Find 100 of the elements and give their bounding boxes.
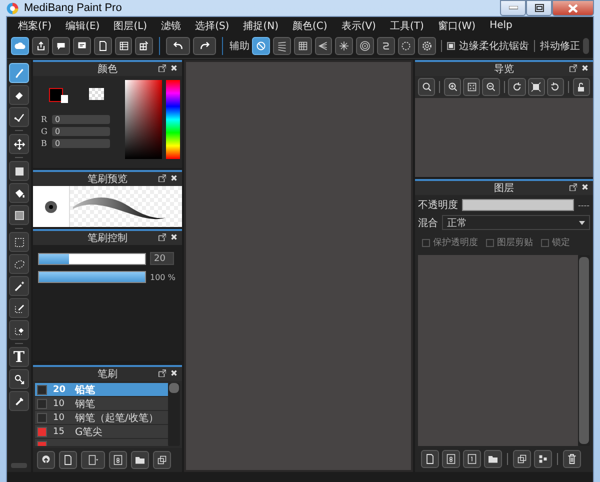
menu-item[interactable]: 选择(S)	[188, 18, 236, 32]
checkbox[interactable]	[446, 42, 455, 50]
float-button[interactable]	[158, 233, 167, 242]
speech-bubble-button[interactable]	[52, 37, 70, 55]
selection-pen-tool-button[interactable]	[9, 298, 29, 318]
menu-item[interactable]: 工具(T)	[382, 18, 431, 32]
folder-button[interactable]	[131, 451, 149, 469]
scrollbar[interactable]	[578, 255, 590, 446]
tool-bar-handle[interactable]	[11, 463, 27, 468]
concentric-circles-button[interactable]	[356, 37, 374, 55]
menu-item[interactable]: 窗口(W)	[430, 18, 483, 32]
layer-opacity-field[interactable]	[462, 199, 574, 211]
float-button[interactable]	[569, 183, 578, 192]
parallel-lines-button[interactable]	[273, 37, 291, 55]
curve-button[interactable]	[376, 37, 395, 55]
square-tool-button[interactable]	[9, 161, 29, 181]
duplicate-button[interactable]	[153, 451, 171, 469]
menu-item[interactable]: 滤镜	[154, 18, 188, 32]
page-8-button[interactable]	[442, 450, 460, 468]
share-icon	[34, 40, 47, 52]
polyline-tool-button[interactable]	[9, 107, 29, 127]
comment-button[interactable]	[73, 37, 91, 55]
radial-lines-button[interactable]	[335, 37, 354, 55]
lock-button[interactable]	[572, 78, 590, 96]
page-button[interactable]	[94, 37, 112, 55]
cloud-button[interactable]	[11, 37, 29, 55]
zoom-in-button[interactable]	[444, 78, 462, 96]
rotate-left-button[interactable]	[508, 78, 526, 96]
duplicate-button[interactable]	[513, 450, 531, 468]
page-settings-button[interactable]	[109, 451, 127, 469]
channel-field[interactable]: 0	[52, 139, 110, 148]
magic-wand-tool-button[interactable]	[9, 276, 29, 296]
channel-field[interactable]: 0	[52, 115, 110, 124]
float-button[interactable]	[569, 64, 578, 73]
brush-tool-button[interactable]	[9, 63, 29, 83]
move-tool-button[interactable]	[9, 134, 29, 154]
share-button[interactable]	[32, 37, 50, 55]
selection-eraser-tool-button[interactable]	[9, 320, 29, 340]
toolbar-grip[interactable]	[583, 38, 589, 54]
checkbox[interactable]	[486, 238, 494, 246]
menu-item[interactable]: 图层(L)	[106, 18, 154, 32]
background-swatch[interactable]	[61, 95, 68, 103]
blend-dropdown[interactable]: 正常	[442, 215, 590, 230]
checkbox[interactable]	[422, 238, 430, 246]
grid-button[interactable]	[135, 37, 154, 55]
float-button[interactable]	[158, 369, 167, 378]
close-icon	[170, 64, 178, 72]
foreground-swatch[interactable]	[49, 88, 63, 102]
undo-button[interactable]	[166, 37, 190, 55]
no-snap-button[interactable]	[252, 37, 270, 55]
circle-button[interactable]	[398, 37, 416, 55]
scrollbar[interactable]	[168, 383, 180, 446]
perspective-button[interactable]	[314, 37, 332, 55]
fit-to-window-icon	[466, 81, 478, 93]
channel-field[interactable]: 0	[52, 127, 110, 136]
cloud-upload-button[interactable]	[37, 451, 55, 469]
minimize-button[interactable]	[500, 0, 526, 16]
brush-list-item[interactable]: 10 钢笔（起笔/收笔）	[35, 411, 168, 424]
page-button[interactable]	[421, 450, 439, 468]
assist-label: 辅助	[229, 40, 250, 53]
zoom-out-button[interactable]	[482, 78, 500, 96]
delete-button[interactable]	[563, 450, 581, 468]
redo-button[interactable]	[192, 37, 216, 55]
brush-list-item[interactable]: 15 G笔尖	[35, 425, 168, 438]
gradient-tool-button[interactable]	[9, 205, 29, 225]
menu-item[interactable]: 捕捉(N)	[236, 18, 286, 32]
saturation-value-picker[interactable]	[125, 80, 162, 159]
zoom-reset-button[interactable]	[418, 78, 436, 96]
page-button[interactable]	[59, 451, 77, 469]
transparent-swatch[interactable]	[89, 88, 104, 100]
menu-item[interactable]: Help	[482, 20, 520, 31]
close-icon	[568, 4, 578, 12]
dashed-rectangle-tool-button[interactable]	[9, 232, 29, 252]
dashed-ellipse-tool-button[interactable]	[9, 254, 29, 274]
text-tool-button[interactable]: T	[9, 347, 29, 367]
merge-button[interactable]	[534, 450, 552, 468]
size-field[interactable]: 20	[150, 252, 174, 265]
close-button[interactable]	[552, 0, 594, 16]
bucket-tool-button[interactable]	[9, 183, 29, 203]
list-button[interactable]	[114, 37, 132, 55]
page-dropdown-button[interactable]	[81, 451, 105, 469]
checkbox[interactable]	[541, 238, 549, 246]
grid-button[interactable]	[294, 37, 312, 55]
hue-bar[interactable]	[166, 80, 180, 159]
brush-list-item[interactable]: 10 钢笔	[35, 397, 168, 410]
size-slider[interactable]	[38, 252, 146, 264]
menu-item[interactable]: 表示(V)	[334, 18, 383, 32]
menu-item[interactable]: 档案(F)	[11, 18, 59, 32]
eraser-tool-button[interactable]	[9, 85, 29, 105]
float-button[interactable]	[158, 64, 167, 73]
menu-item[interactable]: 颜色(C)	[286, 18, 334, 32]
fit-frame-button[interactable]	[528, 78, 545, 96]
float-button[interactable]	[158, 174, 167, 183]
settings-button[interactable]	[418, 37, 436, 55]
rotate-right-button[interactable]	[546, 78, 564, 96]
maximize-button[interactable]	[526, 0, 552, 16]
fit-to-window-button[interactable]	[463, 78, 480, 96]
page-1-button[interactable]	[463, 450, 481, 468]
folder-button[interactable]	[484, 450, 502, 468]
menu-item[interactable]: 编辑(E)	[58, 18, 107, 32]
